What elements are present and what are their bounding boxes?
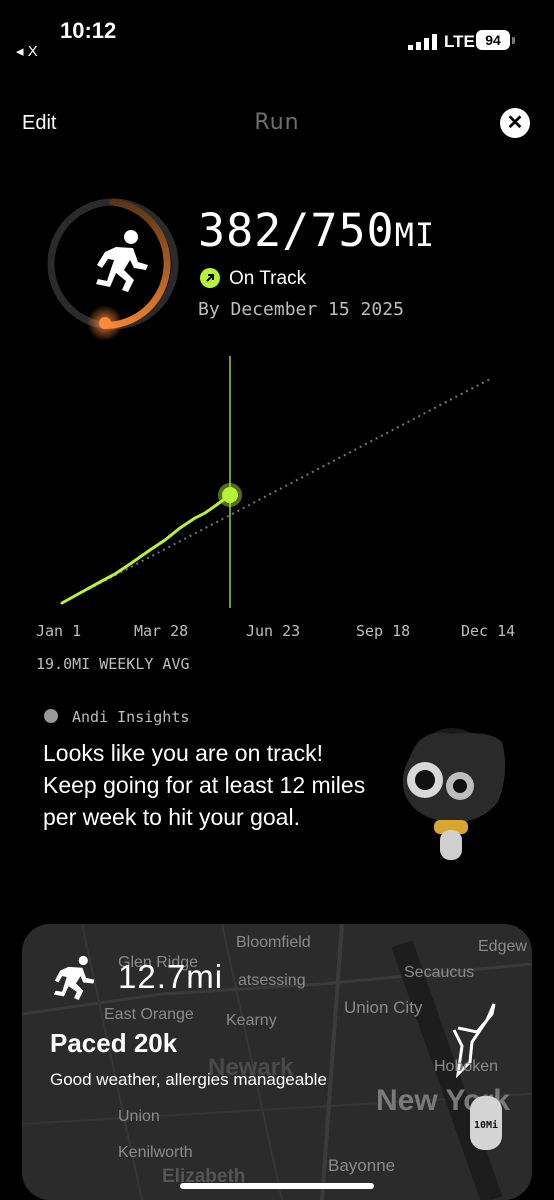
watch-icon: 10Mi xyxy=(470,1096,502,1150)
map-label: Bayonne xyxy=(328,1156,396,1175)
x-tick-label: Sep 18 xyxy=(356,622,411,640)
goal-progress-ring xyxy=(47,198,179,341)
mascot-icon xyxy=(402,728,506,860)
weekly-average: 19.0MI WEEKLY AVG xyxy=(36,655,190,673)
runner-icon xyxy=(96,230,148,292)
battery-tip xyxy=(512,37,515,44)
activity-subtitle: Good weather, allergies manageable xyxy=(50,1070,327,1089)
battery-icon: 94 xyxy=(476,30,510,50)
home-indicator[interactable] xyxy=(180,1183,374,1189)
actual-progress-line xyxy=(60,493,232,605)
map-label: Bloomfield xyxy=(236,934,311,951)
map-label: Kearny xyxy=(226,1012,277,1029)
goal-deadline: By December 15 2025 xyxy=(198,299,404,320)
activity-distance: 12.7mi xyxy=(118,958,224,995)
watch-label: 10Mi xyxy=(474,1119,498,1131)
insight-icon xyxy=(44,709,58,723)
x-tick-label: Jan 1 xyxy=(36,622,82,640)
page-title: Run xyxy=(254,110,300,135)
current-point xyxy=(222,487,238,503)
projection-line xyxy=(61,377,493,604)
x-tick-label: Mar 28 xyxy=(134,622,189,640)
network-type: LTE xyxy=(444,32,475,51)
status-time: 10:12 xyxy=(60,18,117,43)
map-label: Union City xyxy=(344,998,423,1017)
close-button[interactable]: ✕ xyxy=(500,108,530,138)
trend-up-icon xyxy=(200,268,220,288)
insights-label: Andi Insights xyxy=(72,708,190,726)
x-tick-label: Jun 23 xyxy=(246,622,301,640)
goal-progress: 382/750MI xyxy=(198,204,436,257)
back-to-app-link[interactable]: ◂ X xyxy=(16,42,38,60)
map-label: atsessing xyxy=(238,972,306,989)
goal-status: On Track xyxy=(229,268,307,289)
x-tick-label: Dec 14 xyxy=(461,622,516,640)
progress-chart xyxy=(60,356,493,608)
map-label: Kenilworth xyxy=(118,1144,193,1161)
signal-icon xyxy=(408,34,437,50)
insights-text: Looks like you are on track! Keep going … xyxy=(43,740,366,830)
activity-card[interactable]: Bloomfield Glen Ridge Edgew Secaucus ats… xyxy=(22,924,532,1200)
map-label: East Orange xyxy=(104,1006,194,1023)
map-label: Hoboken xyxy=(434,1058,499,1075)
activity-title: Paced 20k xyxy=(50,1028,178,1058)
map-label: Union xyxy=(118,1108,160,1125)
runner-icon xyxy=(53,955,95,1000)
map-label: Secaucus xyxy=(404,964,475,981)
map-label: Edgew xyxy=(478,938,527,955)
